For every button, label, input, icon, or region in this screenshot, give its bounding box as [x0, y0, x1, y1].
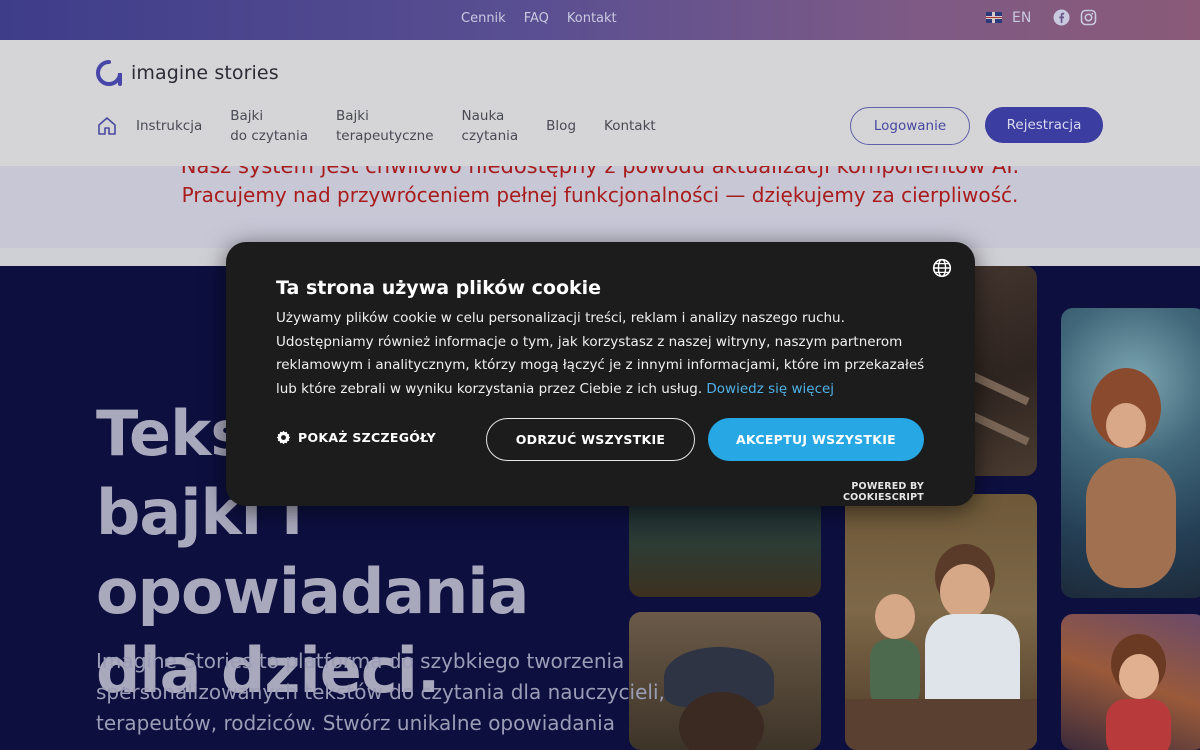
nav-item-therapeutic-stories[interactable]: Bajki terapeutyczne — [336, 106, 434, 146]
globe-icon[interactable] — [932, 258, 952, 278]
learn-more-link[interactable]: Dowiedz się więcej — [706, 381, 834, 397]
login-button[interactable]: Logowanie — [850, 107, 970, 145]
facebook-icon[interactable] — [1053, 9, 1070, 26]
top-link-contact[interactable]: Kontakt — [567, 11, 617, 26]
notice-line-1: Nasz system jest chwilowo niedostępny z … — [180, 166, 1020, 178]
top-links: Cennik FAQ Kontakt — [461, 11, 617, 26]
accept-all-button[interactable]: AKCEPTUJ WSZYSTKIE — [708, 418, 924, 461]
top-link-faq[interactable]: FAQ — [524, 11, 549, 26]
show-details-label: POKAŻ SZCZEGÓŁY — [298, 430, 436, 445]
nav-label: Instrukcja — [136, 118, 203, 134]
top-bar: Cennik FAQ Kontakt EN — [0, 0, 1200, 40]
instagram-icon[interactable] — [1080, 9, 1097, 26]
nav-label: Kontakt — [604, 118, 656, 134]
story-image-girl-wind — [1061, 308, 1200, 598]
nav-label: Nauka — [461, 108, 505, 124]
logo-icon — [96, 60, 122, 86]
cookie-title: Ta strona używa plików cookie — [276, 277, 602, 299]
uk-flag-icon[interactable] — [986, 12, 1002, 23]
logo[interactable]: imagine stories — [95, 59, 279, 87]
top-right: EN — [986, 9, 1097, 26]
logo-text: imagine stories — [131, 62, 279, 84]
nav-label: czytania — [461, 128, 519, 144]
top-link-pricing[interactable]: Cennik — [461, 11, 506, 26]
nav-label: terapeutyczne — [336, 128, 434, 144]
site-header: imagine stories Instrukcja Bajki do czyta… — [0, 40, 1200, 166]
nav-label: Bajki — [230, 108, 264, 124]
nav-item-blog[interactable]: Blog — [546, 116, 576, 136]
story-image-doctor — [845, 494, 1037, 750]
show-details-button[interactable]: POKAŻ SZCZEGÓŁY — [276, 430, 436, 445]
gear-icon — [276, 430, 291, 445]
nav-item-stories-reading[interactable]: Bajki do czytania — [230, 106, 308, 146]
home-icon[interactable] — [96, 115, 118, 137]
nav-item-instructions[interactable]: Instrukcja — [136, 116, 202, 136]
cookie-body: Używamy plików cookie w celu personaliza… — [276, 307, 936, 401]
reject-all-button[interactable]: ODRZUĆ WSZYSTKIE — [486, 418, 695, 461]
nav-item-learn-reading[interactable]: Nauka czytania — [462, 106, 519, 146]
cookie-consent-dialog: Ta strona używa plików cookie Używamy pl… — [226, 242, 975, 506]
language-switch[interactable]: EN — [1012, 10, 1031, 26]
story-image-girl-book — [1061, 614, 1200, 750]
nav-label: Blog — [546, 118, 577, 134]
main-nav: Instrukcja Bajki do czytania Bajki terapeu… — [96, 104, 684, 148]
nav-label: Bajki — [336, 108, 369, 124]
powered-by-link[interactable]: POWERED BY COOKIESCRIPT — [786, 481, 924, 503]
nav-item-contact[interactable]: Kontakt — [604, 116, 656, 136]
notice-line-2: Pracujemy nad przywróceniem pełnej funkc… — [181, 183, 1019, 207]
maintenance-notice: Nasz system jest chwilowo niedostępny z … — [0, 166, 1200, 248]
nav-label: do czytania — [230, 128, 308, 144]
hero-description: Imagine Stories to platforma do szybkieg… — [96, 649, 665, 735]
register-button[interactable]: Rejestracja — [985, 107, 1103, 143]
